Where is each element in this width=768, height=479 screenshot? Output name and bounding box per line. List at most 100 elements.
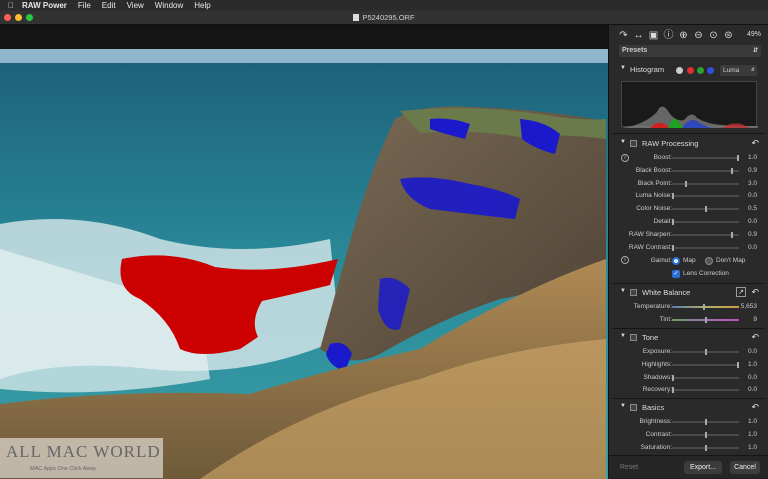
lens-correction-row: ✓ Lens Correction bbox=[609, 268, 768, 280]
white-balance-enable-checkbox[interactable] bbox=[630, 289, 637, 296]
gamut-dont-map-label: Don't Map bbox=[716, 257, 746, 264]
slider-track[interactable] bbox=[672, 349, 739, 355]
channel-red-button[interactable] bbox=[687, 67, 694, 74]
slider-row: RAW Sharpen: 0.9 bbox=[609, 229, 768, 241]
slider-track[interactable] bbox=[672, 419, 739, 425]
slider-row: Luma Noise: 0.0 bbox=[609, 190, 768, 202]
slider-knob[interactable] bbox=[705, 444, 707, 451]
reset-section-icon[interactable]: ↶ bbox=[751, 402, 759, 413]
slider-track[interactable] bbox=[672, 180, 739, 187]
presets-popup[interactable]: Presets ⇵ bbox=[619, 45, 761, 57]
watermark-title: ALL MAC WORLD bbox=[6, 442, 161, 461]
slider-track[interactable] bbox=[672, 167, 739, 174]
zoom-out-icon[interactable]: ⊖ bbox=[692, 29, 705, 42]
slider-track[interactable] bbox=[672, 231, 739, 238]
slider-value: 0.5 bbox=[747, 205, 757, 213]
menu-view[interactable]: View bbox=[127, 1, 144, 10]
export-button[interactable]: Export... bbox=[684, 461, 722, 474]
crop-icon[interactable]: ▣ bbox=[647, 29, 660, 42]
zoom-actual-icon[interactable]: ⊜ bbox=[722, 29, 735, 42]
slider-track[interactable] bbox=[672, 206, 739, 213]
slider-knob[interactable] bbox=[672, 387, 674, 394]
menu-window[interactable]: Window bbox=[155, 1, 183, 10]
photo-illustration bbox=[0, 49, 608, 479]
histogram-mode-popup[interactable]: Luma ⇵ bbox=[720, 65, 757, 76]
slider-label: Exposure: bbox=[642, 348, 672, 355]
section-tone[interactable]: ▼ Tone ↶ bbox=[609, 332, 768, 345]
slider-knob[interactable] bbox=[737, 361, 739, 368]
slider-knob[interactable] bbox=[672, 193, 674, 200]
slider-knob[interactable] bbox=[705, 349, 707, 355]
slider-knob[interactable] bbox=[737, 155, 739, 161]
window-title-bar: P5240295.ORF bbox=[0, 11, 768, 25]
slider-row: Tint: 9 bbox=[609, 314, 768, 326]
slider-track[interactable] bbox=[672, 374, 739, 381]
info-icon[interactable]: ⓘ bbox=[662, 29, 675, 42]
menu-bar:  RAW Power File Edit View Window Help bbox=[0, 0, 768, 11]
slider-track[interactable] bbox=[672, 155, 739, 161]
slider-track[interactable] bbox=[672, 244, 739, 251]
slider-row: Contrast: 1.0 bbox=[609, 429, 768, 441]
flip-icon[interactable]: ↔ bbox=[632, 29, 645, 42]
slider-knob[interactable] bbox=[672, 219, 674, 225]
slider-label: Black Boost: bbox=[635, 166, 672, 174]
zoom-in-icon[interactable]: ⊕ bbox=[677, 29, 690, 42]
slider-label: Brightness: bbox=[639, 418, 672, 425]
gamut-dont-map-radio[interactable] bbox=[705, 257, 713, 265]
tone-enable-checkbox[interactable] bbox=[630, 334, 637, 341]
reset-button[interactable]: Reset bbox=[617, 461, 641, 474]
slider-knob[interactable] bbox=[672, 244, 674, 251]
menu-help[interactable]: Help bbox=[194, 1, 210, 10]
slider-value: 0.9 bbox=[747, 166, 757, 174]
cancel-button[interactable]: Cancel bbox=[730, 461, 760, 474]
disclosure-triangle-icon[interactable]: ▼ bbox=[620, 288, 626, 294]
photo-preview[interactable] bbox=[0, 49, 608, 479]
slider-knob[interactable] bbox=[703, 304, 705, 310]
slider-label: Black Point: bbox=[637, 179, 672, 187]
slider-value: 1.0 bbox=[747, 360, 757, 368]
apple-icon[interactable]:  bbox=[0, 1, 22, 10]
menu-edit[interactable]: Edit bbox=[102, 1, 116, 10]
reset-section-icon[interactable]: ↶ bbox=[751, 138, 759, 149]
slider-knob[interactable] bbox=[685, 180, 687, 187]
menu-file[interactable]: File bbox=[78, 1, 91, 10]
slider-knob[interactable] bbox=[731, 167, 733, 174]
slider-track[interactable] bbox=[672, 361, 739, 368]
slider-knob[interactable] bbox=[705, 419, 707, 425]
zoom-fit-icon[interactable]: ⊙ bbox=[707, 29, 720, 42]
section-raw-processing[interactable]: ▼ RAW Processing ↶ bbox=[609, 138, 768, 151]
disclosure-triangle-icon[interactable]: ▼ bbox=[620, 65, 626, 71]
slider-knob[interactable] bbox=[705, 316, 707, 323]
section-white-balance[interactable]: ▼ White Balance ↗ ↶ bbox=[609, 287, 768, 300]
disclosure-triangle-icon[interactable]: ▼ bbox=[620, 333, 626, 339]
section-basics[interactable]: ▼ Basics ↶ bbox=[609, 402, 768, 415]
channel-blue-button[interactable] bbox=[707, 67, 714, 74]
slider-row: Detail: 0.0 bbox=[609, 216, 768, 228]
slider-track[interactable] bbox=[672, 387, 739, 394]
slider-track[interactable] bbox=[672, 444, 739, 451]
eyedropper-icon[interactable]: ↗ bbox=[736, 287, 746, 297]
gamut-map-radio[interactable] bbox=[672, 257, 680, 265]
slider-knob[interactable] bbox=[731, 231, 733, 238]
channel-all-button[interactable] bbox=[676, 67, 683, 74]
menu-app-name[interactable]: RAW Power bbox=[22, 1, 67, 10]
raw-processing-enable-checkbox[interactable] bbox=[630, 140, 637, 147]
image-canvas[interactable]: ALL MAC WORLD MAC Apps One Click Away bbox=[0, 25, 608, 479]
slider-track[interactable] bbox=[672, 304, 739, 310]
slider-track[interactable] bbox=[672, 193, 739, 200]
slider-value: 1.0 bbox=[747, 443, 757, 451]
reset-section-icon[interactable]: ↶ bbox=[751, 287, 759, 298]
channel-green-button[interactable] bbox=[697, 67, 704, 74]
lens-correction-checkbox[interactable]: ✓ bbox=[672, 270, 680, 278]
slider-track[interactable] bbox=[672, 431, 739, 438]
disclosure-triangle-icon[interactable]: ▼ bbox=[620, 403, 626, 409]
disclosure-triangle-icon[interactable]: ▼ bbox=[620, 139, 626, 145]
slider-knob[interactable] bbox=[705, 206, 707, 213]
slider-knob[interactable] bbox=[705, 431, 707, 438]
reset-section-icon[interactable]: ↶ bbox=[751, 332, 759, 343]
slider-track[interactable] bbox=[672, 316, 739, 323]
slider-knob[interactable] bbox=[672, 374, 674, 381]
rotate-icon[interactable]: ↷ bbox=[617, 29, 630, 42]
slider-track[interactable] bbox=[672, 219, 739, 225]
basics-enable-checkbox[interactable] bbox=[630, 404, 637, 411]
